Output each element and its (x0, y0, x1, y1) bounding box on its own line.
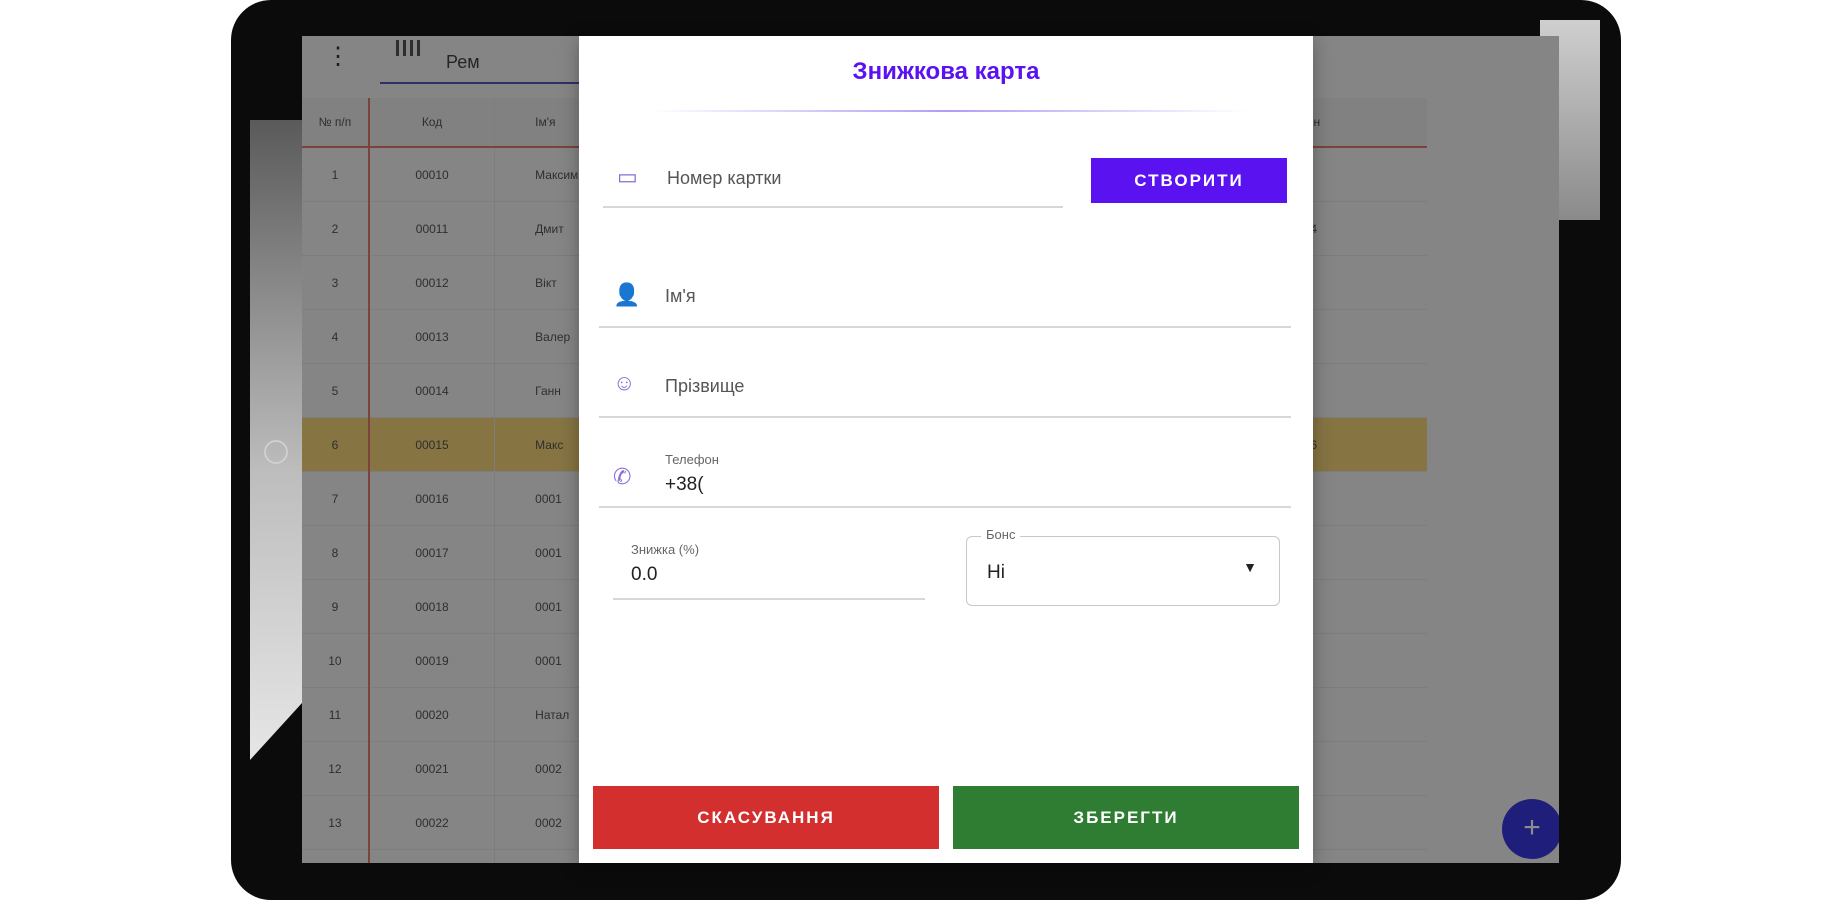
bonus-label: Бонс (981, 527, 1021, 542)
bonus-select[interactable]: Бонс Ні ▼ (966, 527, 1280, 606)
person-icon: 👤 (613, 282, 641, 307)
last-name-field[interactable]: ☺ Прізвище (599, 356, 1291, 418)
phone-label: Телефон (665, 452, 719, 467)
first-name-field[interactable]: 👤 Ім'я (599, 266, 1291, 328)
title-divider (649, 110, 1249, 112)
card-number-placeholder: Номер картки (667, 168, 782, 188)
discount-value: 0.0 (631, 564, 658, 585)
phone-value: +38( (665, 474, 704, 495)
cancel-button[interactable]: СКАСУВАННЯ (593, 786, 939, 849)
bonus-value: Ні (987, 562, 1005, 583)
create-button[interactable]: СТВОРИТИ (1091, 158, 1287, 203)
discount-card-dialog: Знижкова карта ▭ Номер картки СТВОРИТИ 👤… (579, 36, 1313, 863)
card-number-field[interactable]: ▭ Номер картки (603, 146, 1063, 208)
credit-card-icon: ▭ (617, 164, 638, 189)
dialog-title: Знижкова карта (852, 58, 1040, 85)
last-name-placeholder: Прізвище (665, 376, 745, 396)
save-button[interactable]: ЗБЕРЕГТИ (953, 786, 1299, 849)
face-icon: ☺ (613, 370, 636, 395)
phone-icon: ✆ (613, 464, 632, 489)
phone-field[interactable]: ✆ Телефон +38( (599, 446, 1291, 508)
discount-label: Знижка (%) (631, 542, 700, 557)
dropdown-arrow-icon: ▼ (1243, 559, 1257, 575)
discount-field[interactable]: Знижка (%) 0.0 (613, 536, 925, 600)
tablet-side-button (264, 440, 288, 464)
first-name-placeholder: Ім'я (665, 286, 696, 306)
